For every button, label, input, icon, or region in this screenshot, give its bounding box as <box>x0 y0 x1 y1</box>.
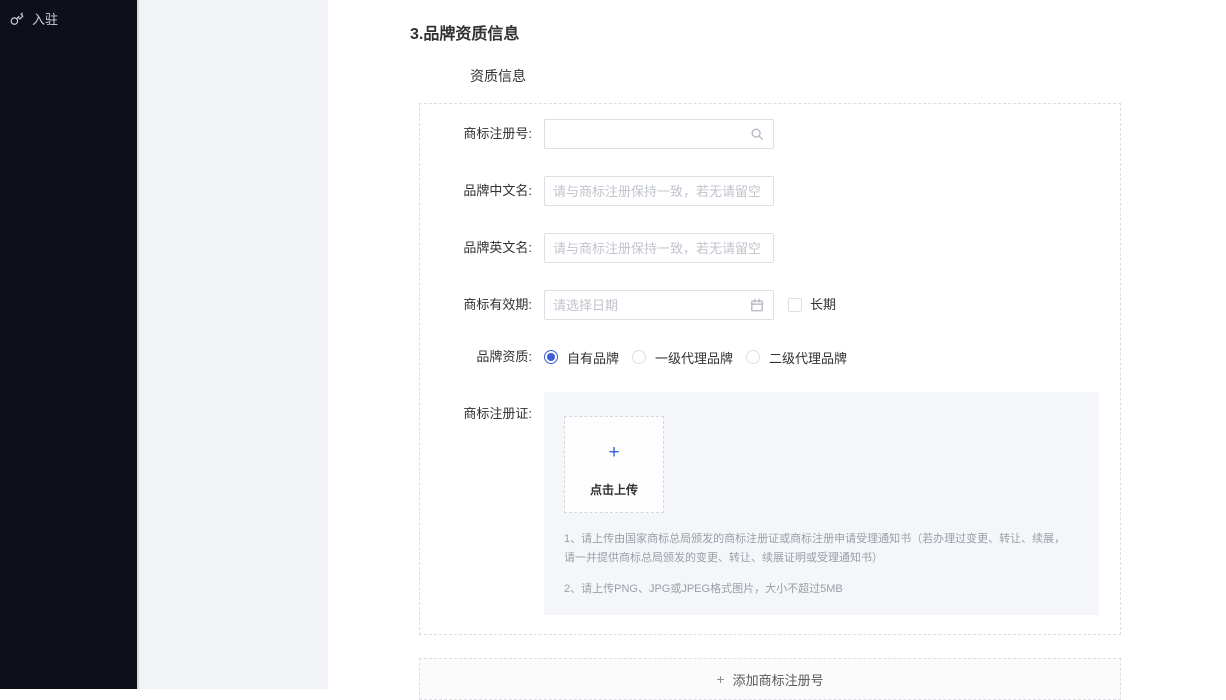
brand-qualification-row: 品牌资质: 自有品牌 一级代理品牌 二级代理品牌 <box>420 347 1120 367</box>
radio-circle-icon[interactable] <box>632 350 646 364</box>
validity-date-input[interactable] <box>545 298 750 313</box>
brand-cn-row: 品牌中文名: <box>420 176 1120 206</box>
brand-qualification-radio-group: 自有品牌 一级代理品牌 二级代理品牌 <box>544 347 860 367</box>
secondary-panel <box>137 0 328 689</box>
brand-cn-input[interactable] <box>545 184 773 199</box>
brand-en-field <box>544 233 774 263</box>
brand-cn-field <box>544 176 774 206</box>
radio-level2-agent-brand[interactable]: 二级代理品牌 <box>746 347 847 367</box>
certificate-row: 商标注册证: + 点击上传 1、请上传由国家商标总局颁发的商标注册证或商标注册申… <box>420 392 1120 615</box>
search-icon[interactable] <box>750 127 764 141</box>
brand-qualification-label: 品牌资质: <box>420 347 544 367</box>
radio-own-brand[interactable]: 自有品牌 <box>544 347 619 367</box>
upload-button-label: 点击上传 <box>590 481 638 498</box>
calendar-icon[interactable] <box>750 298 764 312</box>
upload-note-1: 1、请上传由国家商标总局颁发的商标注册证或商标注册申请受理通知书（若办理过变更、… <box>564 530 1074 568</box>
add-trademark-number-label: 添加商标注册号 <box>733 670 824 689</box>
radio-circle-icon[interactable] <box>544 350 558 364</box>
plus-icon: + <box>608 443 619 462</box>
radio-own-brand-label: 自有品牌 <box>567 348 619 367</box>
qualification-form-box: 商标注册号: 品牌中文名: 品牌英文名: 商标有效期: <box>419 103 1121 635</box>
brand-cn-label: 品牌中文名: <box>420 176 544 206</box>
longterm-checkbox[interactable] <box>788 298 802 312</box>
main-content: 3.品牌资质信息 资质信息 商标注册号: 品牌中文名: 品牌英文名: <box>328 0 1226 689</box>
certificate-label: 商标注册证: <box>420 392 544 615</box>
trademark-number-field <box>544 119 774 149</box>
certificate-upload-panel: + 点击上传 1、请上传由国家商标总局颁发的商标注册证或商标注册申请受理通知书（… <box>544 392 1099 615</box>
brand-en-label: 品牌英文名: <box>420 233 544 263</box>
radio-level1-agent-label: 一级代理品牌 <box>655 348 733 367</box>
brand-en-input[interactable] <box>545 241 773 256</box>
radio-level2-agent-label: 二级代理品牌 <box>769 348 847 367</box>
page-title: 3.品牌资质信息 <box>410 20 519 44</box>
trademark-number-row: 商标注册号: <box>420 119 1120 149</box>
longterm-label: 长期 <box>810 290 836 320</box>
trademark-number-input[interactable] <box>545 127 750 142</box>
sidebar-item-settle-in[interactable]: 入驻 <box>0 0 137 37</box>
sidebar: 入驻 <box>0 0 137 689</box>
trademark-number-label: 商标注册号: <box>420 119 544 149</box>
add-trademark-number-button[interactable]: + 添加商标注册号 <box>419 658 1121 700</box>
validity-row: 商标有效期: 长期 <box>420 290 1120 320</box>
radio-level1-agent-brand[interactable]: 一级代理品牌 <box>632 347 733 367</box>
upload-dropzone[interactable]: + 点击上传 <box>564 416 664 513</box>
upload-note-2: 2、请上传PNG、JPG或JPEG格式图片，大小不超过5MB <box>564 580 1074 599</box>
brand-en-row: 品牌英文名: <box>420 233 1120 263</box>
plus-icon: + <box>716 671 724 687</box>
key-icon <box>10 12 24 26</box>
validity-label: 商标有效期: <box>420 290 544 320</box>
section-title: 资质信息 <box>470 66 526 86</box>
radio-circle-icon[interactable] <box>746 350 760 364</box>
sidebar-item-label: 入驻 <box>32 9 58 28</box>
validity-date-field <box>544 290 774 320</box>
longterm-checkbox-wrap[interactable]: 长期 <box>788 290 836 320</box>
